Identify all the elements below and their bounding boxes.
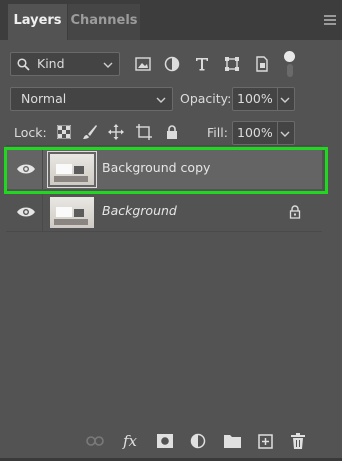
layers-panel: Layers Channels Kind Normal Opacity: 100… — [0, 0, 342, 461]
blend-mode-value: Normal — [21, 91, 67, 106]
tab-channels[interactable]: Channels — [68, 4, 140, 40]
filter-kind-label: Kind — [37, 56, 65, 71]
delete-icon[interactable] — [289, 432, 307, 450]
fx-icon[interactable]: fx — [121, 432, 139, 450]
chevron-down-icon — [156, 97, 166, 103]
layer-name[interactable]: Background — [102, 203, 177, 218]
chevron-down-icon — [280, 97, 290, 103]
panel-menu-icon[interactable] — [324, 15, 336, 25]
blend-mode-select[interactable]: Normal — [10, 87, 173, 111]
pixel-layer-filter-icon[interactable] — [133, 54, 153, 74]
filter-kind-select[interactable]: Kind — [10, 52, 120, 76]
lock-position-icon[interactable] — [106, 122, 126, 142]
adjustment-layer-icon[interactable] — [189, 432, 207, 450]
lock-label: Lock: — [14, 125, 47, 140]
type-layer-filter-icon[interactable] — [192, 54, 212, 74]
fill-label: Fill: — [207, 125, 228, 140]
opacity-field[interactable]: 100% — [232, 87, 295, 111]
layer-name[interactable]: Background copy — [102, 160, 210, 175]
layer-row-background-copy[interactable]: Background copy — [6, 149, 322, 189]
layer-thumbnail — [47, 151, 97, 188]
visibility-eye-icon[interactable] — [16, 205, 36, 219]
lock-all-icon[interactable] — [162, 122, 182, 142]
panel-tab-bar: Layers Channels — [0, 0, 342, 40]
smart-object-filter-icon[interactable] — [252, 54, 272, 74]
search-icon — [17, 58, 30, 71]
lock-artboard-icon[interactable] — [134, 122, 154, 142]
layer-thumbnail — [50, 197, 94, 228]
new-layer-icon[interactable] — [256, 432, 274, 450]
lock-image-pixels-icon[interactable] — [80, 122, 100, 142]
link-layers-icon[interactable] — [86, 432, 104, 450]
shape-layer-filter-icon[interactable] — [222, 54, 242, 74]
fill-field[interactable]: 100% — [232, 121, 295, 145]
filter-toggle-switch[interactable] — [284, 51, 296, 77]
group-folder-icon[interactable] — [223, 432, 241, 450]
add-mask-icon[interactable] — [156, 432, 174, 450]
opacity-value: 100% — [237, 91, 273, 106]
divider — [6, 145, 322, 146]
opacity-label: Opacity: — [180, 91, 232, 106]
layer-row-background[interactable]: Background — [6, 192, 322, 232]
tab-layers[interactable]: Layers — [8, 4, 67, 40]
fill-value: 100% — [237, 125, 273, 140]
chevron-down-icon — [280, 131, 290, 137]
adjustment-layer-filter-icon[interactable] — [162, 54, 182, 74]
lock-icon[interactable] — [289, 205, 301, 219]
visibility-eye-icon[interactable] — [16, 162, 36, 176]
chevron-down-icon — [103, 62, 113, 68]
layers-bottom-toolbar: fx — [0, 420, 342, 461]
lock-transparent-pixels-icon[interactable] — [54, 122, 74, 142]
